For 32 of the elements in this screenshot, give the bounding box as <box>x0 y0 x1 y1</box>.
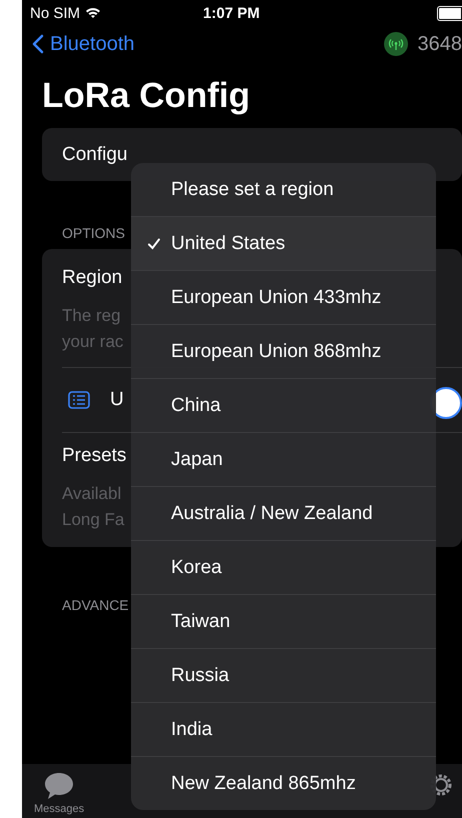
advanced-header: ADVANCE <box>62 597 130 613</box>
tab-item[interactable]: Messages <box>34 771 84 818</box>
menu-item[interactable]: European Union 433mhz <box>131 271 436 325</box>
back-link[interactable]: Bluetooth <box>32 32 135 56</box>
wifi-icon <box>85 7 102 19</box>
menu-item[interactable]: China <box>131 379 436 433</box>
menu-item[interactable]: United States <box>131 217 436 271</box>
menu-item[interactable]: Korea <box>131 541 436 595</box>
menu-item[interactable]: New Zealand 865mhz <box>131 757 436 810</box>
menu-item[interactable]: Taiwan <box>131 595 436 649</box>
menu-item[interactable]: India <box>131 703 436 757</box>
menu-item[interactable]: Australia / New Zealand <box>131 487 436 541</box>
menu-item[interactable]: European Union 868mhz <box>131 325 436 379</box>
region-description: The reg your rac <box>62 305 124 353</box>
menu-item[interactable]: Please set a region <box>131 163 436 217</box>
chat-bubble-icon <box>43 771 76 801</box>
page-title: LoRa Config <box>42 76 252 116</box>
region-value: U <box>110 389 124 411</box>
antenna-icon <box>384 32 408 56</box>
presets-description: Availabl Long Fa <box>62 483 124 531</box>
back-chevron-icon <box>32 34 44 54</box>
list-icon <box>68 391 90 409</box>
menu-item[interactable]: Japan <box>131 433 436 487</box>
status-time: 1:07 PM <box>203 4 260 22</box>
region-label: Region <box>62 267 122 289</box>
menu-item[interactable]: Russia <box>131 649 436 703</box>
node-id: 3648 <box>418 32 462 56</box>
checkmark-icon <box>147 236 161 250</box>
options-header: OPTIONS <box>62 225 126 241</box>
battery-icon <box>437 6 462 20</box>
carrier-label: No SIM <box>30 4 80 22</box>
presets-label: Presets <box>62 445 126 467</box>
